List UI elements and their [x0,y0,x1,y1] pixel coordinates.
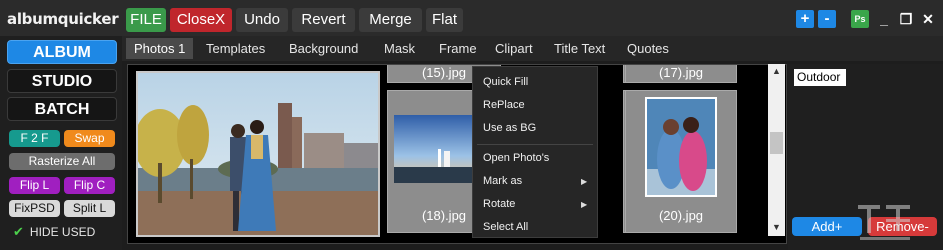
mode-album-button[interactable]: ALBUM [7,40,117,64]
flip-l-button[interactable]: Flip L [9,177,60,194]
thumbnail-17[interactable]: (17).jpg [625,65,737,83]
menu-item-mark-as[interactable]: Mark as [483,175,522,187]
scrollbar-thumb[interactable] [770,132,783,154]
menu-item-rotate[interactable]: Rotate [483,198,515,210]
check-icon: ✔ [13,224,24,239]
thumbnail-label: (17).jpg [658,65,704,80]
thumbnail-label: (20).jpg [658,208,704,223]
left-panel: ALBUM STUDIO BATCH F 2 F Swap Rasterize … [0,36,122,250]
menu-item-open-photos[interactable]: Open Photo's [483,152,549,164]
tab-frame[interactable]: Frame [439,41,477,56]
tab-templates[interactable]: Templates [206,41,265,56]
mode-batch-button[interactable]: BATCH [7,97,117,121]
mode-studio-button[interactable]: STUDIO [7,69,117,93]
flip-c-button[interactable]: Flip C [64,177,115,194]
menu-item-replace[interactable]: RePlace [483,99,525,111]
tab-background[interactable]: Background [289,41,358,56]
thumbnail-20[interactable]: (20).jpg [625,90,737,233]
revert-button[interactable]: Revert [292,8,355,32]
swap-button[interactable]: Swap [64,130,115,147]
photo-grid-scrollbar[interactable]: ▲ ▼ [768,64,785,236]
tab-bar: Photos 1 Templates Background Mask Frame… [122,36,943,61]
add-folder-button[interactable]: Add+ [792,217,862,236]
closex-button[interactable]: CloseX [170,8,232,32]
context-menu: Quick Fill RePlace Use as BG Open Photo'… [472,66,598,238]
hide-used-label: HIDE USED [29,225,96,239]
photo-grid: (15).jpg (18).jpg (17).jpg (20).jpg [127,64,787,244]
watermark-logo [858,205,910,240]
minimize-button[interactable]: _ [875,10,893,28]
f2f-button[interactable]: F 2 F [9,130,60,147]
merge-button[interactable]: Merge [359,8,422,32]
file-button[interactable]: FILE [126,8,166,32]
flat-button[interactable]: Flat [426,8,463,32]
split-l-button[interactable]: Split L [64,200,115,217]
rasterize-all-button[interactable]: Rasterize All [9,153,115,170]
menu-separator [477,144,593,145]
tab-title-text[interactable]: Title Text [554,41,605,56]
tab-mask[interactable]: Mask [384,41,415,56]
zoom-in-button[interactable]: + [796,10,814,28]
couple-city-photo [138,73,378,235]
selected-photo-preview[interactable] [136,71,380,237]
scroll-up-arrow-icon[interactable]: ▲ [768,66,785,76]
submenu-arrow-icon: ▶ [581,177,588,186]
tab-photos-1[interactable]: Photos 1 [126,38,194,59]
app-logo: albumquicker [7,10,119,28]
hide-used-toggle[interactable]: ✔ HIDE USED [13,224,95,240]
top-toolbar: albumquicker FILE CloseX Undo Revert Mer… [0,0,943,36]
restore-button[interactable]: ❐ [897,10,915,28]
menu-item-select-all[interactable]: Select All [483,221,528,233]
tab-clipart[interactable]: Clipart [495,41,533,56]
scroll-down-arrow-icon[interactable]: ▼ [768,222,785,232]
submenu-arrow-icon: ▶ [581,200,588,209]
undo-button[interactable]: Undo [236,8,288,32]
folder-item-outdoor[interactable]: Outdoor [794,69,846,86]
tab-quotes[interactable]: Quotes [627,41,669,56]
thumbnail-20-photo [645,97,717,197]
photoshop-button[interactable]: Ps [851,10,869,28]
menu-item-quick-fill[interactable]: Quick Fill [483,76,528,88]
fixpsd-button[interactable]: FixPSD [9,200,60,217]
close-window-button[interactable]: ✕ [919,10,937,28]
zoom-out-button[interactable]: - [818,10,836,28]
menu-item-use-as-bg[interactable]: Use as BG [483,122,536,134]
